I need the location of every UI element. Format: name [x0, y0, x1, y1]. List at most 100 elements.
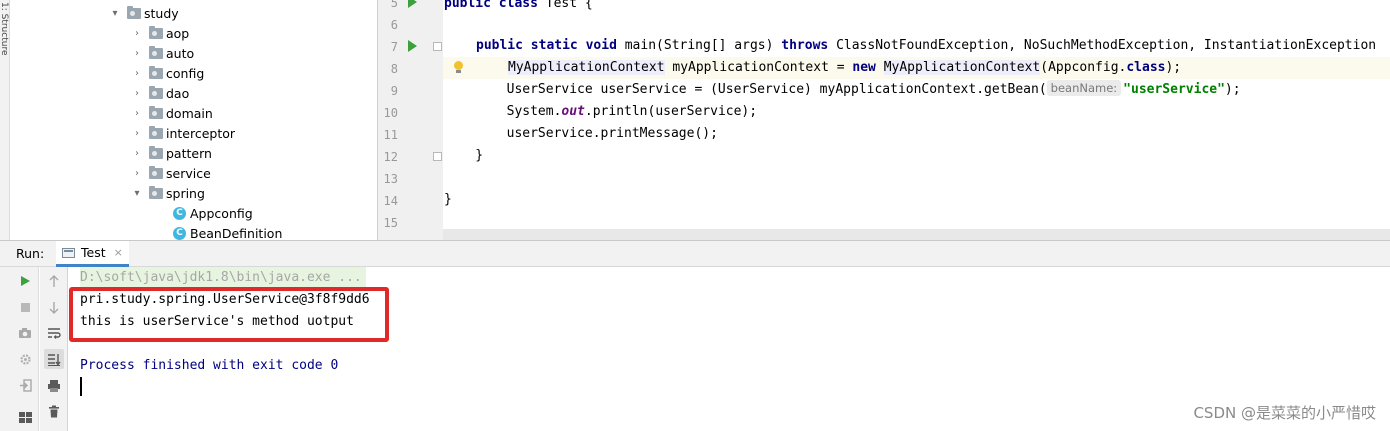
tree-folder-config[interactable]: › config	[130, 63, 204, 83]
run-main-icon[interactable]	[408, 40, 417, 52]
tree-folder-pattern[interactable]: › pattern	[130, 143, 212, 163]
console-command-line[interactable]: D:\soft\java\jdk1.8\bin\java.exe ...	[80, 267, 366, 289]
structure-tab-label[interactable]: 1: Structure	[0, 2, 9, 56]
lightbulb-icon[interactable]	[453, 61, 464, 74]
chevron-right-icon[interactable]: ›	[130, 106, 144, 120]
grid-icon	[18, 411, 32, 423]
tree-folder-auto[interactable]: › auto	[130, 43, 194, 63]
run-panel-header: Run: Test ×	[0, 240, 1390, 267]
structure-tool-strip[interactable]: 1: Structure	[0, 0, 10, 240]
tree-label: study	[144, 5, 179, 21]
folder-icon	[149, 145, 163, 159]
java-class-icon: C	[173, 206, 186, 220]
chevron-right-icon[interactable]: ›	[130, 46, 144, 60]
line-number: 11	[383, 128, 398, 142]
left-tool-strip	[0, 267, 10, 431]
console-tab-icon	[62, 247, 75, 258]
line-number: 7	[390, 40, 398, 54]
tree-label: config	[166, 65, 205, 81]
tree-class-beandefinition[interactable]: C BeanDefinition	[173, 223, 282, 240]
tab-test[interactable]: Test ×	[56, 241, 129, 267]
tree-label: dao	[166, 85, 190, 101]
gear-icon	[19, 353, 31, 365]
fold-icon[interactable]	[433, 42, 442, 51]
up-button[interactable]	[44, 271, 64, 291]
play-icon	[21, 276, 30, 286]
clear-all-button[interactable]	[44, 401, 64, 421]
watermark: CSDN @是菜菜的小严惜哎	[1193, 404, 1376, 422]
tree-label: Appconfig	[190, 205, 253, 221]
run-panel-label: Run:	[16, 246, 45, 261]
layout-button[interactable]	[15, 407, 35, 427]
stop-button[interactable]	[15, 297, 35, 317]
code-line-10: System.out.println(userService);	[444, 104, 758, 119]
text-caret	[80, 377, 82, 396]
tree-label: spring	[166, 185, 205, 201]
java-class-icon: C	[173, 226, 186, 240]
code-editor[interactable]: 5 6 7 8 9 10 11 12 13 14 15 public class…	[378, 0, 1390, 240]
line-number: 9	[390, 84, 398, 98]
code-line-5: public class Test {	[444, 0, 593, 11]
code-line-12: }	[444, 148, 484, 163]
line-number: 8	[390, 62, 398, 76]
console-exit-message: Process finished with exit code 0	[80, 358, 339, 373]
run-class-icon[interactable]	[408, 0, 417, 8]
settings-button[interactable]	[15, 349, 35, 369]
tree-folder-interceptor[interactable]: › interceptor	[130, 123, 235, 143]
chevron-right-icon[interactable]: ›	[130, 146, 144, 160]
tree-class-appconfig[interactable]: C Appconfig	[173, 203, 253, 223]
folder-icon	[149, 185, 163, 199]
print-button[interactable]	[44, 375, 64, 395]
tree-label: domain	[166, 105, 213, 121]
chevron-right-icon[interactable]: ›	[130, 66, 144, 80]
folder-icon	[149, 65, 163, 79]
restore-layout-button[interactable]	[15, 375, 35, 395]
tree-folder-study[interactable]: ▾ study	[108, 3, 179, 23]
code-line-8: MyApplicationContext myApplicationContex…	[508, 60, 1182, 75]
tree-label: interceptor	[166, 125, 236, 141]
top-area: 1: Structure ▾ study › aop › auto › conf…	[0, 0, 1390, 240]
chevron-down-icon[interactable]: ▾	[130, 186, 144, 200]
tree-label: pattern	[166, 145, 212, 161]
folder-icon	[149, 165, 163, 179]
chevron-down-icon[interactable]: ▾	[108, 6, 122, 20]
rerun-button[interactable]	[15, 271, 35, 291]
folder-icon	[149, 105, 163, 119]
tree-folder-service[interactable]: › service	[130, 163, 211, 183]
project-tree[interactable]: ▾ study › aop › auto › config › dao › do…	[10, 0, 377, 240]
trash-icon	[49, 405, 59, 417]
folder-icon	[149, 125, 163, 139]
soft-wrap-button[interactable]	[44, 323, 64, 343]
down-button[interactable]	[44, 297, 64, 317]
line-number: 10	[383, 106, 398, 120]
camera-icon	[19, 328, 31, 338]
tab-label: Test	[81, 245, 106, 260]
editor-gutter[interactable]: 5 6 7 8 9 10 11 12 13 14 15	[378, 0, 443, 240]
run-toolbar	[10, 267, 39, 431]
line-number: 13	[383, 172, 398, 186]
arrow-down-icon	[49, 301, 59, 314]
folder-icon	[149, 25, 163, 39]
code-line-14: }	[444, 192, 452, 207]
tree-folder-domain[interactable]: › domain	[130, 103, 213, 123]
horizontal-scrollbar[interactable]	[443, 229, 1390, 240]
tree-folder-dao[interactable]: › dao	[130, 83, 189, 103]
close-icon[interactable]: ×	[114, 246, 123, 259]
tree-label: service	[166, 165, 211, 181]
tree-label: BeanDefinition	[190, 225, 283, 241]
scroll-to-end-button[interactable]	[44, 349, 64, 369]
folder-icon	[149, 45, 163, 59]
tree-folder-spring[interactable]: ▾ spring	[130, 183, 205, 203]
tree-folder-aop[interactable]: › aop	[130, 23, 189, 43]
arrow-up-icon	[49, 274, 59, 287]
chevron-right-icon[interactable]: ›	[130, 166, 144, 180]
chevron-right-icon[interactable]: ›	[130, 126, 144, 140]
wrap-icon	[48, 328, 61, 339]
dump-threads-button[interactable]	[15, 323, 35, 343]
fold-icon[interactable]	[433, 152, 442, 161]
line-number: 6	[390, 18, 398, 32]
scroll-end-icon	[48, 353, 61, 366]
line-number: 14	[383, 194, 398, 208]
chevron-right-icon[interactable]: ›	[130, 86, 144, 100]
chevron-right-icon[interactable]: ›	[130, 26, 144, 40]
